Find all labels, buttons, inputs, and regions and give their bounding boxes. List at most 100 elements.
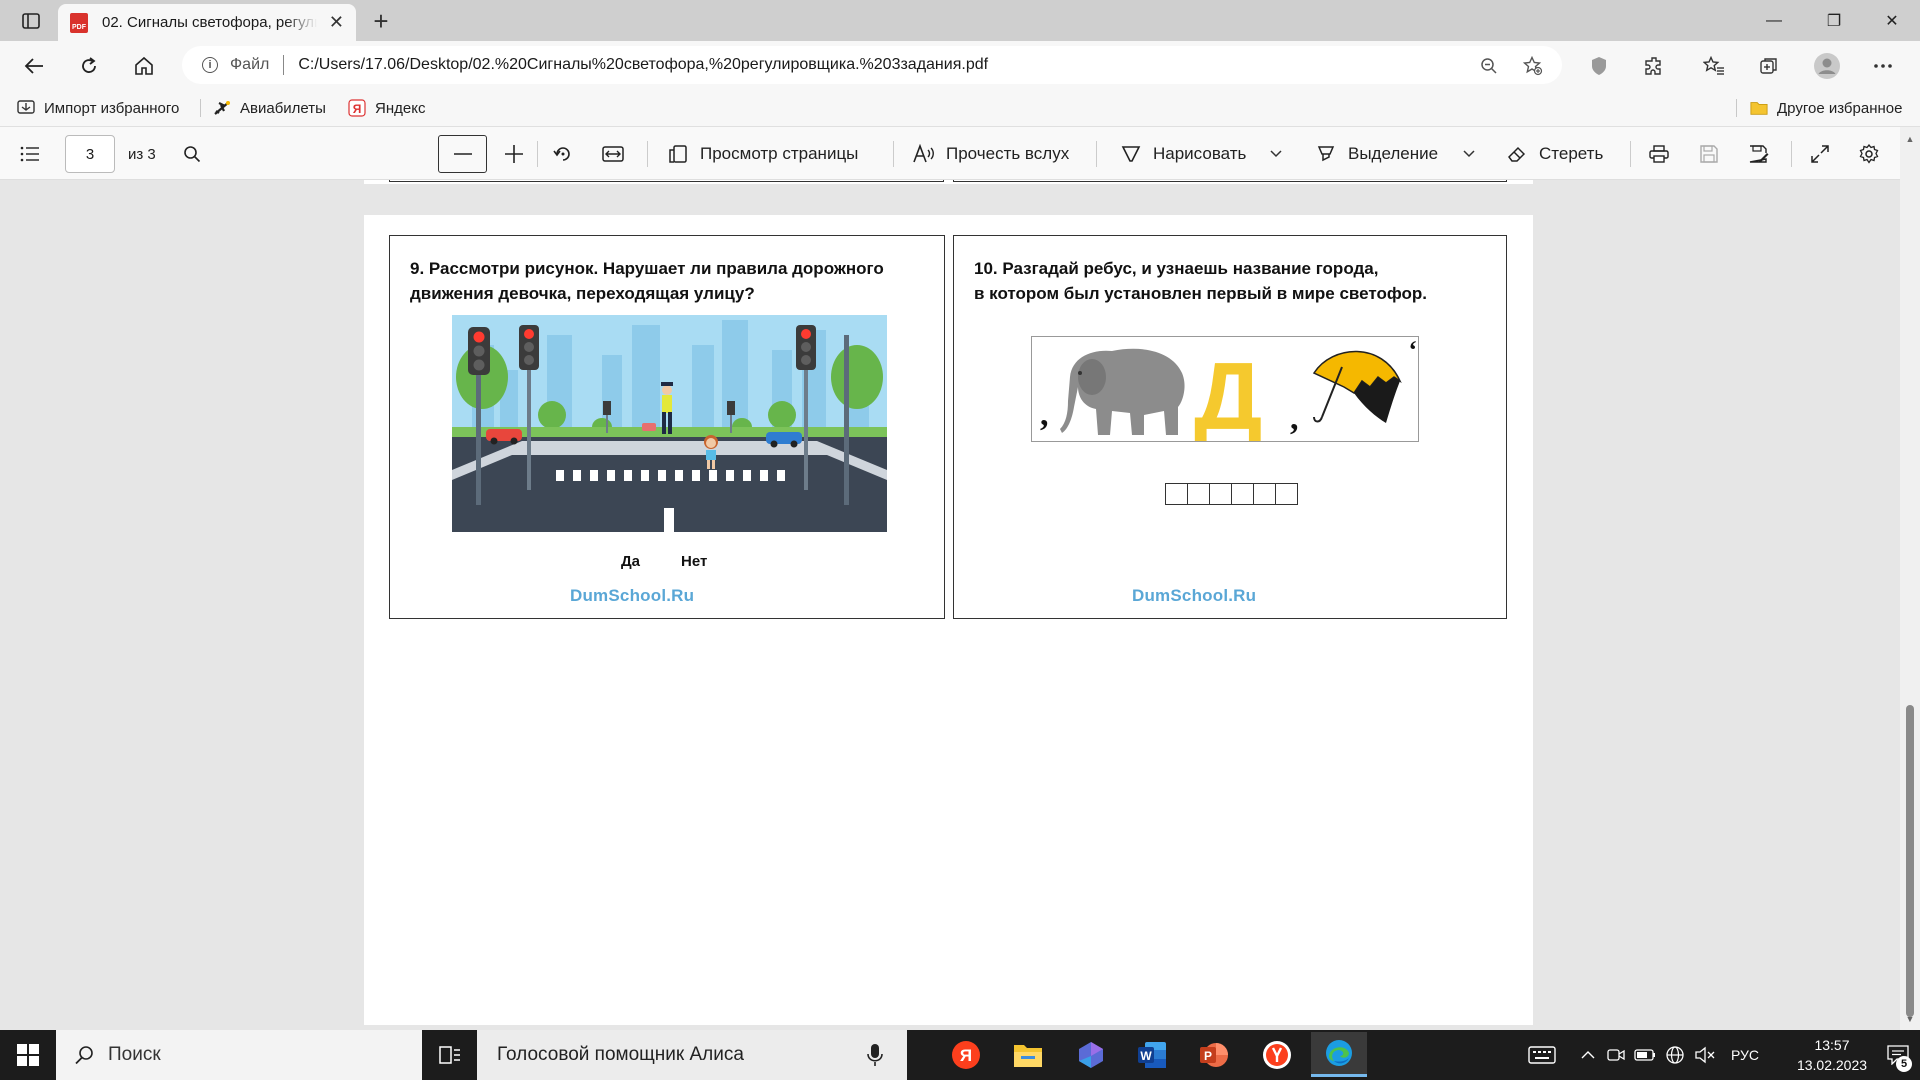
save-icon: [1697, 142, 1721, 166]
new-tab-button[interactable]: +: [366, 6, 396, 36]
fit-width-button[interactable]: [601, 138, 635, 170]
rebus-comma: ,: [1040, 396, 1049, 433]
address-url[interactable]: C:/Users/17.06/Desktop/02.%20Сигналы%20с…: [298, 56, 988, 74]
show-hidden-icons[interactable]: [1577, 1030, 1599, 1080]
draw-options-dropdown[interactable]: [1270, 138, 1282, 170]
taskbar-word[interactable]: W: [1124, 1035, 1180, 1075]
network-globe-icon[interactable]: [1663, 1030, 1687, 1080]
tab-actions-button[interactable]: [14, 8, 48, 34]
windows-logo-icon: [17, 1044, 39, 1066]
taskbar-powerpoint[interactable]: P: [1186, 1035, 1242, 1075]
task-view-button[interactable]: [422, 1035, 478, 1075]
page-number-input[interactable]: 3: [65, 135, 115, 173]
read-aloud-button[interactable]: Прочесть вслух: [912, 138, 1069, 170]
keyboard-layout-button[interactable]: [1520, 1030, 1564, 1080]
taskbar-file-explorer[interactable]: [1000, 1035, 1056, 1075]
pdf-page: 9. Рассмотри рисунок. Нарушает ли правил…: [364, 215, 1533, 1025]
rebus-image: , Д , ,: [1031, 336, 1419, 442]
taskbar-copilot[interactable]: [1063, 1035, 1119, 1075]
favorite-label: Яндекс: [375, 99, 426, 117]
profile-avatar[interactable]: [1810, 49, 1844, 83]
svg-text:P: P: [1204, 1049, 1212, 1063]
volume-muted-icon[interactable]: [1693, 1030, 1717, 1080]
more-menu-icon[interactable]: [1866, 49, 1900, 83]
file-scheme-label: Файл: [230, 56, 270, 73]
favorite-avia[interactable]: Авиабилеты: [213, 97, 326, 119]
powerpoint-icon: P: [1200, 1043, 1228, 1067]
task-9-box: 9. Рассмотри рисунок. Нарушает ли правил…: [389, 235, 945, 619]
taskbar-search[interactable]: Поиск: [56, 1030, 422, 1080]
expand-icon: [1808, 142, 1832, 166]
close-window-button[interactable]: ✕: [1864, 0, 1920, 41]
taskbar-yandex-browser[interactable]: Я: [938, 1035, 994, 1075]
search-placeholder: Поиск: [108, 1044, 161, 1065]
find-button[interactable]: [180, 138, 214, 170]
draw-button[interactable]: Нарисовать: [1119, 138, 1246, 170]
fullscreen-button[interactable]: [1808, 138, 1842, 170]
answer-cell: [1209, 483, 1232, 505]
refresh-icon: [82, 57, 96, 73]
back-button[interactable]: [17, 49, 51, 83]
read-aloud-icon: [912, 142, 936, 166]
zoom-out-button[interactable]: [438, 135, 487, 173]
scrollbar-thumb[interactable]: [1906, 705, 1914, 1017]
pdf-toolbar: 3 из 3 Просмотр страницы Прочесть вслух …: [0, 127, 1920, 180]
battery-icon[interactable]: [1633, 1030, 1657, 1080]
favorites-bar: Импорт избранного Авиабилеты Я Яндекс Др…: [0, 89, 1920, 127]
save-button[interactable]: [1697, 138, 1731, 170]
folder-icon: [1014, 1045, 1042, 1067]
highlight-options-dropdown[interactable]: [1463, 138, 1475, 170]
clock-time: 13:57: [1814, 1037, 1850, 1053]
highlight-button[interactable]: Выделение: [1314, 138, 1438, 170]
minimize-button[interactable]: —: [1746, 0, 1802, 41]
collections-icon[interactable]: [1752, 49, 1786, 83]
tracking-shield-icon[interactable]: [1582, 49, 1616, 83]
tab-close-button[interactable]: ✕: [329, 12, 344, 33]
notifications-button[interactable]: 5: [1878, 1030, 1918, 1080]
taskbar-yandex[interactable]: [1249, 1035, 1305, 1075]
vertical-scrollbar[interactable]: ▲ ▼: [1900, 127, 1920, 1030]
extensions-icon[interactable]: [1637, 49, 1671, 83]
scroll-down-icon[interactable]: ▼: [1905, 1014, 1915, 1024]
page-total-label: из 3: [128, 145, 156, 163]
address-separator: [283, 55, 285, 75]
rotate-icon: [551, 142, 575, 166]
chevron-up-icon: [1581, 1051, 1595, 1059]
back-arrow-icon: [24, 58, 43, 74]
print-button[interactable]: [1647, 138, 1681, 170]
print-icon: [1647, 142, 1671, 166]
active-tab[interactable]: PDF 02. Сигналы светофора, регулировщика…: [58, 4, 356, 41]
svg-text:Я: Я: [353, 102, 362, 116]
save-as-button[interactable]: [1747, 138, 1781, 170]
meet-now-icon[interactable]: [1605, 1030, 1627, 1080]
home-icon: [135, 56, 153, 75]
rotate-button[interactable]: [551, 138, 585, 170]
start-button[interactable]: [0, 1030, 56, 1080]
clock[interactable]: 13:57 13.02.2023: [1780, 1030, 1884, 1080]
maximize-button[interactable]: ❐: [1806, 0, 1862, 41]
contents-button[interactable]: [18, 138, 52, 170]
add-favorite-icon[interactable]: [1522, 55, 1544, 77]
favorite-import[interactable]: Импорт избранного: [17, 97, 179, 119]
scroll-up-icon[interactable]: ▲: [1905, 134, 1915, 144]
alice-assistant[interactable]: Голосовой помощник Алиса: [477, 1030, 907, 1080]
answer-yes: Да: [621, 553, 641, 570]
favorite-yandex[interactable]: Я Яндекс: [348, 97, 425, 119]
refresh-button[interactable]: [72, 49, 106, 83]
pdf-viewport[interactable]: 9. Рассмотри рисунок. Нарушает ли правил…: [0, 180, 1900, 1030]
other-favorites[interactable]: Другое избранное: [1750, 97, 1902, 119]
zoom-in-button[interactable]: [502, 138, 536, 170]
taskbar-edge-active[interactable]: [1311, 1032, 1367, 1077]
info-icon: i: [202, 57, 218, 73]
zoom-out-icon[interactable]: [1478, 55, 1500, 77]
input-language[interactable]: РУС: [1723, 1030, 1767, 1080]
page-view-button[interactable]: Просмотр страницы: [666, 138, 858, 170]
erase-button[interactable]: Стереть: [1505, 138, 1603, 170]
page-view-label: Просмотр страницы: [700, 144, 859, 163]
favorites-icon[interactable]: [1697, 49, 1731, 83]
address-bar[interactable]: i Файл C:/Users/17.06/Desktop/02.%20Сигн…: [182, 46, 1562, 84]
home-button[interactable]: [127, 49, 161, 83]
pdf-settings-button[interactable]: [1857, 138, 1891, 170]
edge-icon: [1326, 1040, 1352, 1066]
tab-actions-icon: [22, 13, 40, 29]
